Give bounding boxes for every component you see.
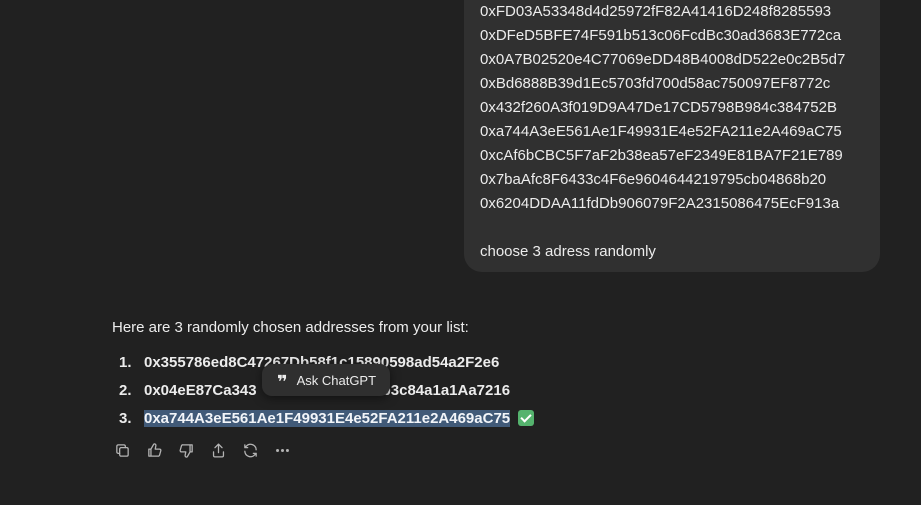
regenerate-button[interactable] [240,440,261,461]
address-line: 0x0A7B02520e4C77069eDD48B4008dD522e0c2B5… [480,51,846,68]
thumbs-up-icon [148,443,162,457]
regenerate-icon [244,443,257,458]
quote-icon: ❞ [277,372,288,392]
more-icon [276,449,289,452]
thumbs-down-button[interactable] [176,440,197,461]
copy-button[interactable] [112,440,133,461]
share-button[interactable] [208,440,229,461]
check-mark-icon [518,410,535,426]
ask-chatgpt-label: Ask ChatGPT [296,372,377,388]
address-line: 0xa744A3eE561Ae1F49931E4e52FA211e2A469aC… [480,123,842,140]
address-line: 0x6204DDAA11fdDb906079F2A2315086475EcF91… [480,195,840,212]
address-line: 0x432f260A3f019D9A47De17CD5798B984c38475… [480,99,837,116]
thumbs-up-button[interactable] [144,440,165,461]
list-item: 3. 0xa744A3eE561Ae1F49931E4e52FA211e2A46… [112,404,872,432]
list-number: 2. [119,381,132,399]
list-item: 2. 0x04eE87Ca343 b3c84a1a1Aa7216 [112,376,872,404]
list-number: 1. [119,353,132,371]
address-line: 0xDFeD5BFE74F591b513c06FcdBc30ad3683E772… [480,27,842,44]
more-options-button[interactable] [272,440,293,461]
list-value[interactable]: 0x04eE87Ca343 [144,382,257,399]
message-actions [112,440,293,461]
address-line: 0xFD03A53348d4d25972fF82A41416D248f82855… [480,3,832,20]
list-value-tail[interactable]: b3c84a1a1Aa7216 [382,382,510,399]
share-icon [212,443,225,458]
thumbs-down-icon [179,444,193,458]
address-line: 0xcAf6bCBC5F7aF2b38ea57eF2349E81BA7F21E7… [480,147,843,164]
address-line: 0x7baAfc8F6433c4F6e9604644219795cb04868b… [480,171,827,188]
list-item: 1. 0x355786ed8C47267Db58f1c15890598ad54a… [112,348,872,376]
ask-chatgpt-button[interactable]: ❞ Ask ChatGPT [262,364,390,396]
selected-text[interactable]: 0xa744A3eE561Ae1F49931E4e52FA211e2A469aC… [144,409,511,427]
user-message-bubble: 0xFD03A53348d4d25972fF82A41416D248f82855… [464,0,880,272]
user-instruction: choose 3 adress randomly [480,243,656,260]
list-number: 3. [119,409,132,427]
address-line: 0xBd6888B39d1Ec5703fd700d58ac750097EF877… [480,75,831,92]
assistant-message: Here are 3 randomly chosen addresses fro… [112,316,872,432]
address-list: 1. 0x355786ed8C47267Db58f1c15890598ad54a… [112,348,872,432]
assistant-intro[interactable]: Here are 3 randomly chosen addresses fro… [112,316,872,340]
copy-icon [116,444,129,457]
